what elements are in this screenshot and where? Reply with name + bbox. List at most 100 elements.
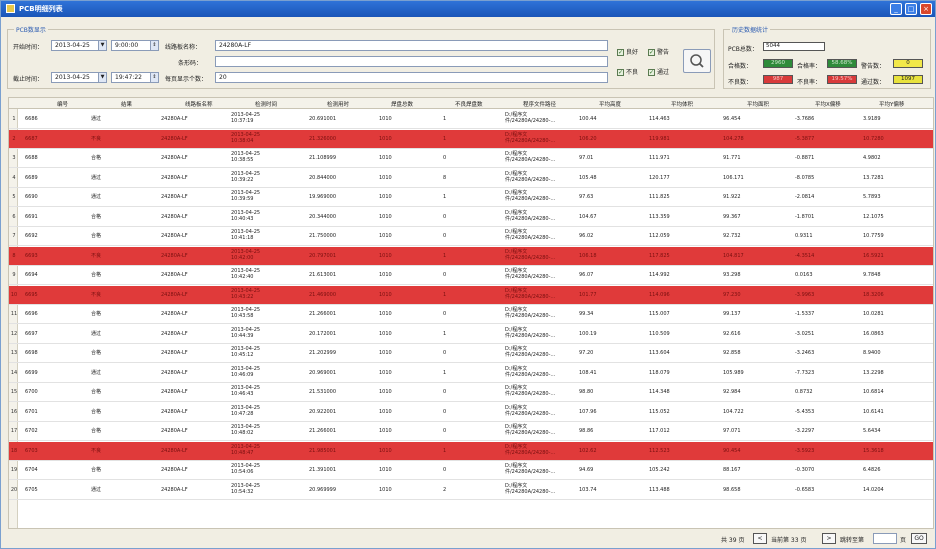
cell-name: 24280A-LF [161,174,188,181]
col-header-result[interactable]: 结果 [121,100,132,108]
spin-updown-icon[interactable]: ⇕ [150,73,158,82]
cell-bad: 1 [443,135,447,142]
table-row[interactable]: 2 6687 不良 24280A-LF 2013-04-25 10:38:04 21.326… [9,129,933,149]
warn-count-value: 0 [893,59,923,68]
table-row[interactable]: 7 6692 合格 24280A-LF 2013-04-25 10:41:18 21.750… [9,227,933,246]
checkbox-pass[interactable]: ✓ 通过 [648,67,669,76]
cell-a: 92.616 [723,330,741,337]
cell-date: 2013-04-25 10:46:09 [231,365,261,378]
table-row[interactable]: 18 6703 不良 24280A-LF 2013-04-25 10:48:47 21.98… [9,441,933,461]
table-row[interactable]: 11 6696 合格 24280A-LF 2013-04-25 10:43:58 21.26… [9,305,933,324]
cell-date: 2013-04-25 10:43:58 [231,307,261,319]
cell-path1: D:/程序文 件/24280A/24280-… [505,307,556,319]
table-row[interactable]: 9 6694 合格 24280A-LF 2013-04-25 10:42:40 21.613… [9,266,933,285]
table-row[interactable]: 3 6688 合格 24280A-LF 2013-04-25 10:38:55 21.108… [9,149,933,168]
close-button[interactable]: × [920,3,932,15]
cell-name: 24280A-LF [161,194,188,200]
table-row[interactable]: 19 6704 合格 24280A-LF 2013-04-25 10:54:06 21.39… [9,461,933,480]
go-button[interactable]: GO [911,533,927,544]
col-header-avg-x-offset[interactable]: 平均X偏移 [815,100,841,108]
jump-page-input[interactable] [873,533,897,544]
cell-v: 114.463 [649,116,670,122]
col-header-avg-y-offset[interactable]: 平均Y偏移 [879,100,904,108]
table-row[interactable]: 8 6693 不良 24280A-LF 2013-04-25 10:42:00 20.797… [9,246,933,266]
col-header-id[interactable]: 编号 [57,100,68,108]
cell-dur: 21.391001 [309,467,337,473]
row-number: 2 [12,135,16,142]
cell-name: 24280A-LF [161,389,188,395]
col-header-test-time[interactable]: 检测时间 [255,100,277,108]
cell-bad: 0 [443,272,447,278]
row-number: 13 [10,350,18,356]
end-time-spinner[interactable]: 19:47:22 ⇕ [111,72,159,83]
cell-v: 115.007 [649,311,670,317]
board-name-input[interactable]: 24280A-LF [215,40,608,51]
cell-name: 24280A-LF [161,272,188,278]
cell-h: 101.77 [579,291,597,298]
cell-name: 24280A-LF [161,350,188,356]
warn-count-label: 警告数： [861,63,886,70]
checkbox-good[interactable]: ✓ 良好 [617,47,638,56]
checkbox-warn[interactable]: ✓ 警告 [648,47,669,56]
cell-date: 2013-04-25 10:47:28 [231,404,261,417]
col-header-board-name[interactable]: 线路板名称 [185,100,213,108]
cell-name: 24280A-LF [161,116,188,122]
pcb-detail-window: PCB明细列表 _ □ × PCB数显示 开始时间： 2013-04-25 ▼ … [0,0,936,549]
search-button[interactable] [683,49,711,73]
cell-h: 97.20 [579,350,594,356]
table-row[interactable]: 14 6699 通过 24280A-LF 2013-04-25 10:46:09 20.96… [9,364,933,383]
cell-result: 合格 [91,233,102,239]
col-header-avg-area[interactable]: 平均面积 [747,100,769,108]
row-number: 15 [10,389,18,395]
row-number: 17 [10,428,18,434]
table-row[interactable]: 4 6689 通过 24280A-LF 2013-04-25 10:39:22 20.844… [9,169,933,188]
table-row[interactable]: 13 6698 合格 24280A-LF 2013-04-25 10:45:12 21.20… [9,344,933,363]
table-row[interactable]: 16 6701 合格 24280A-LF 2013-04-25 10:47:28 20.92… [9,403,933,422]
table-row[interactable]: 1 6686 通过 24280A-LF 2013-04-25 10:37:19 20.691… [9,110,933,129]
end-date-picker[interactable]: 2013-04-25 ▼ [51,72,107,83]
cell-path1: D:/程序文 件/24280A/24280-… [505,443,556,456]
table-row[interactable]: 6 6691 合格 24280A-LF 2013-04-25 10:40:43 20.344… [9,208,933,227]
next-page-button[interactable]: > [822,533,836,544]
col-header-bad-pads[interactable]: 不良焊盘数 [455,100,483,108]
cell-v: 114.096 [649,291,670,298]
col-header-avg-volume[interactable]: 平均体积 [671,100,693,108]
col-header-duration[interactable]: 检测用时 [327,100,349,108]
cell-h: 102.62 [579,447,597,454]
table-row[interactable]: 5 6690 通过 24280A-LF 2013-04-25 10:39:59 19.969… [9,188,933,207]
table-row[interactable]: 15 6700 合格 24280A-LF 2013-04-25 10:46:43 21.53… [9,383,933,402]
col-header-program-path[interactable]: 程序文件路径 [523,100,556,108]
col-header-avg-height[interactable]: 平均高度 [599,100,621,108]
cell-y: 18.3206 [863,291,884,298]
cell-id: 6697 [25,330,38,337]
checkbox-bad[interactable]: ✓ 不良 [617,67,638,76]
cell-result: 合格 [91,428,102,434]
cell-id: 6696 [25,311,38,317]
cell-date: 2013-04-25 10:40:43 [231,209,261,222]
bad-count-label: 不良数： [728,79,753,86]
table-row[interactable]: 20 6705 通过 24280A-LF 2013-04-25 10:54:32 20.96… [9,481,933,500]
cell-id: 6705 [25,486,38,493]
prev-page-button[interactable]: < [753,533,767,544]
checkbox-good-label: 良好 [626,49,639,56]
maximize-button[interactable]: □ [905,3,917,15]
table-row[interactable]: 17 6702 合格 24280A-LF 2013-04-25 10:48:02 21.26… [9,422,933,441]
cell-x: -3.0251 [795,330,815,337]
cell-path1: D:/程序文 件/24280A/24280-… [505,131,556,144]
start-date-picker[interactable]: 2013-04-25 ▼ [51,40,107,51]
cell-name: 24280A-LF [161,408,188,415]
cell-path1: D:/程序文 件/24280A/24280-… [505,209,556,222]
table-row[interactable]: 10 6695 不良 24280A-LF 2013-04-25 10:43:22 21.46… [9,285,933,305]
pcb-data-grid[interactable]: 编号 结果 线路板名称 检测时间 检测用时 焊盘总数 不良焊盘数 程序文件路径 … [8,97,934,529]
chevron-down-icon[interactable]: ▼ [98,41,106,50]
start-time-spinner[interactable]: 9:00:00 ⇕ [111,40,159,51]
table-row[interactable]: 12 6697 通过 24280A-LF 2013-04-25 10:44:39 20.17… [9,325,933,344]
chevron-down-icon[interactable]: ▼ [98,73,106,82]
barcode-input[interactable] [215,56,608,67]
minimize-button[interactable]: _ [890,3,902,15]
cell-pads: 1010 [379,272,392,278]
col-header-pad-total[interactable]: 焊盘总数 [391,100,413,108]
cell-h: 98.80 [579,389,594,395]
spin-updown-icon[interactable]: ⇕ [150,41,158,50]
per-page-input[interactable]: 20 [215,72,608,83]
